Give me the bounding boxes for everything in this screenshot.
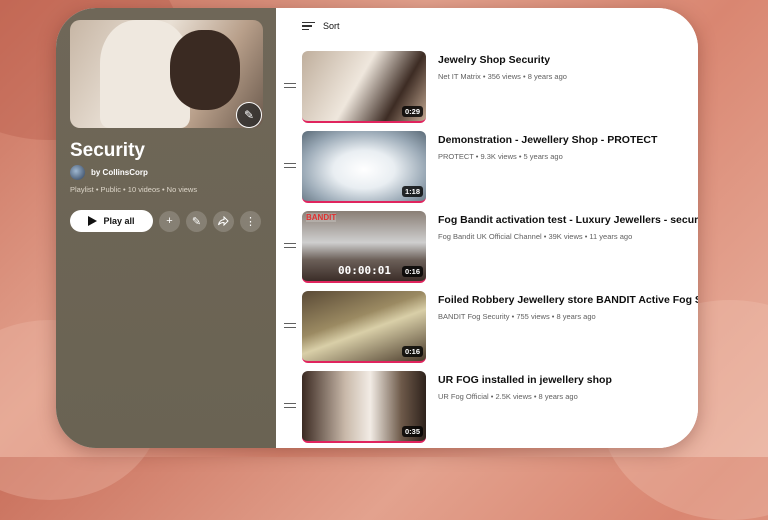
video-thumbnail[interactable]: 0:16	[302, 291, 426, 363]
more-options-button[interactable]: ⋮	[240, 210, 261, 232]
drag-handle-icon[interactable]	[284, 163, 296, 170]
video-thumbnail[interactable]: 0:35	[302, 371, 426, 443]
video-meta: BANDIT Fog Security • 755 views • 8 year…	[438, 312, 596, 321]
sort-icon	[302, 22, 315, 30]
duration-badge: 1:18	[401, 186, 423, 197]
thumbnail-logo-text: BANDIT	[306, 213, 337, 222]
list-item[interactable]: 0:29 Jewelry Shop Security Net IT Matrix…	[284, 51, 698, 123]
list-item[interactable]: 0:35 UR FOG installed in jewellery shop …	[284, 371, 698, 443]
playlist-cover-image[interactable]	[70, 20, 263, 128]
playlist-video-list: Sort 0:29 Jewelry Shop Security Net IT M…	[276, 8, 698, 448]
edit-cover-button[interactable]: ✎	[236, 102, 262, 128]
avatar[interactable]	[70, 165, 85, 180]
duration-badge: 0:16	[401, 266, 423, 277]
video-title[interactable]: UR FOG installed in jewellery shop	[438, 374, 612, 386]
duration-badge: 0:35	[401, 426, 423, 437]
pencil-icon: ✎	[191, 215, 202, 228]
more-vertical-icon: ⋮	[245, 215, 256, 228]
video-title[interactable]: Foiled Robbery Jewellery store BANDIT Ac…	[438, 294, 698, 306]
thumbnail-timestamp: 00:00:01	[338, 264, 391, 277]
list-item[interactable]: 0:16 Foiled Robbery Jewellery store BAND…	[284, 291, 698, 363]
play-icon	[88, 216, 98, 226]
playlist-title: Security	[70, 140, 145, 161]
video-meta: UR Fog Official • 2.5K views • 8 years a…	[438, 392, 578, 401]
sort-label: Sort	[323, 21, 340, 31]
drag-handle-icon[interactable]	[284, 323, 296, 330]
list-item[interactable]: BANDIT 00:00:01 0:16 Fog Bandit activati…	[284, 211, 698, 283]
edit-button[interactable]: ✎	[186, 210, 207, 232]
video-meta: Fog Bandit UK Official Channel • 39K vie…	[438, 232, 633, 241]
plus-icon: +	[166, 215, 173, 227]
list-item[interactable]: 1:18 Demonstration - Jewellery Shop - PR…	[284, 131, 698, 203]
drag-handle-icon[interactable]	[284, 83, 296, 90]
add-button[interactable]: +	[159, 210, 180, 232]
video-meta: PROTECT • 9.3K views • 5 years ago	[438, 152, 563, 161]
video-title[interactable]: Fog Bandit activation test - Luxury Jewe…	[438, 214, 698, 226]
playlist-meta: Playlist • Public • 10 videos • No views	[70, 185, 198, 194]
drag-handle-icon[interactable]	[284, 243, 296, 250]
video-title[interactable]: Demonstration - Jewellery Shop - PROTECT	[438, 134, 657, 146]
playlist-actions: Play all + ✎ ⋮	[70, 210, 261, 232]
video-title[interactable]: Jewelry Shop Security	[438, 54, 550, 66]
play-all-button[interactable]: Play all	[70, 210, 153, 232]
duration-badge: 0:29	[401, 106, 423, 117]
owner-name[interactable]: by CollinsCorp	[91, 168, 148, 177]
playlist-header-panel: ✎ Security by CollinsCorp Playlist • Pub…	[56, 8, 276, 448]
app-frame: ✎ Security by CollinsCorp Playlist • Pub…	[56, 8, 698, 448]
video-meta: Net IT Matrix • 356 views • 8 years ago	[438, 72, 567, 81]
drag-handle-icon[interactable]	[284, 403, 296, 410]
pencil-icon: ✎	[243, 108, 255, 122]
play-all-label: Play all	[103, 216, 135, 226]
sort-button[interactable]: Sort	[302, 21, 340, 31]
playlist-owner[interactable]: by CollinsCorp	[70, 165, 148, 180]
video-thumbnail[interactable]: BANDIT 00:00:01 0:16	[302, 211, 426, 283]
duration-badge: 0:16	[401, 346, 423, 357]
video-thumbnail[interactable]: 0:29	[302, 51, 426, 123]
share-icon	[218, 216, 229, 226]
video-thumbnail[interactable]: 1:18	[302, 131, 426, 203]
share-button[interactable]	[213, 210, 234, 232]
